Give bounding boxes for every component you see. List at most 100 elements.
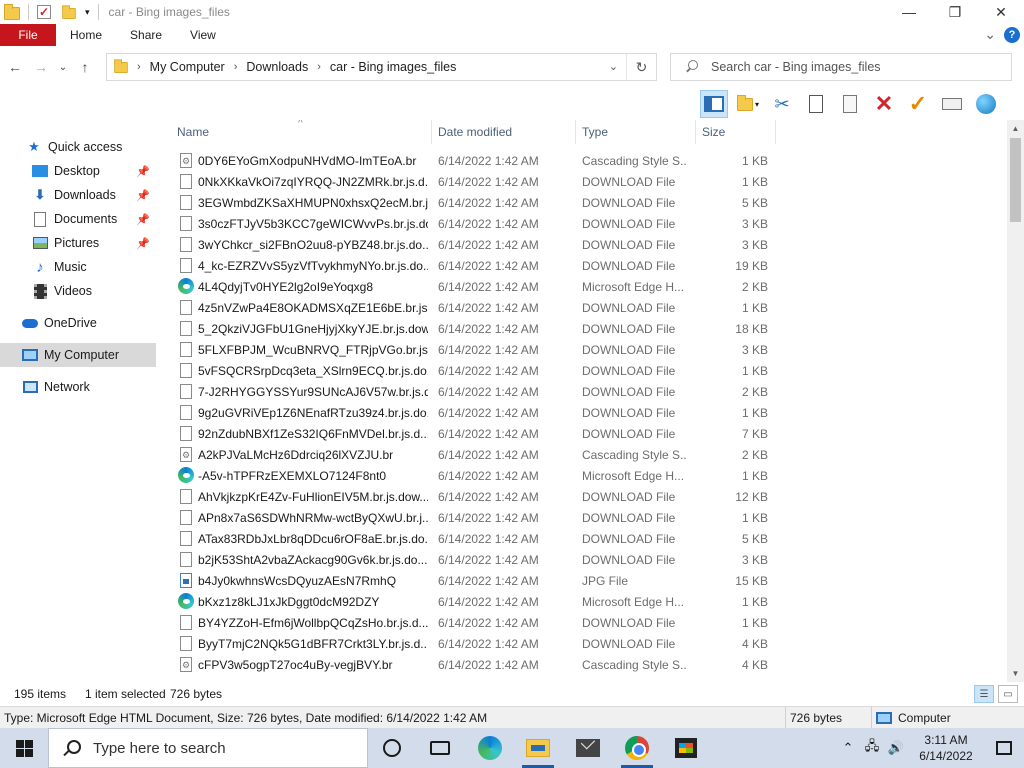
globe-button[interactable] — [972, 90, 1000, 118]
network-status-icon[interactable]: 🖧 — [860, 728, 884, 768]
breadcrumb-downloads[interactable]: Downloads — [246, 60, 308, 74]
sidebar-item-my-computer[interactable]: My Computer — [0, 343, 156, 367]
details-view-button[interactable]: ☰ — [974, 685, 994, 703]
properties-check-icon[interactable]: ✓ — [37, 5, 51, 19]
scroll-up-icon[interactable]: ▲ — [1007, 120, 1024, 137]
paste-button[interactable] — [836, 90, 864, 118]
sidebar-item-videos[interactable]: Videos — [0, 279, 156, 303]
chevron-right-icon[interactable]: › — [234, 61, 238, 73]
pin-icon[interactable]: 📌 — [136, 213, 150, 226]
scroll-thumb[interactable] — [1010, 138, 1021, 222]
chevron-right-icon[interactable]: › — [137, 61, 141, 73]
cut-button[interactable]: ✂ — [768, 90, 796, 118]
close-button[interactable]: ✕ — [978, 0, 1024, 24]
maximize-button[interactable]: ❐ — [932, 0, 978, 24]
table-row[interactable]: 5_2QkziVJGFbU1GneHjyjXkyYJE.br.js.dow...… — [174, 318, 776, 339]
taskbar-store[interactable] — [662, 728, 710, 768]
expand-ribbon-icon[interactable]: ⌄ — [984, 26, 996, 43]
apply-button[interactable]: ✓ — [904, 90, 932, 118]
sidebar-item-onedrive[interactable]: OneDrive — [0, 311, 156, 335]
sidebar-item-desktop[interactable]: Desktop 📌 — [0, 159, 156, 183]
table-row[interactable]: 9g2uGVRiVEp1Z6NEnafRTzu39z4.br.js.do... 6… — [174, 402, 776, 423]
volume-icon[interactable]: 🔊 — [884, 728, 908, 768]
pin-icon[interactable]: 📌 — [136, 165, 150, 178]
help-icon[interactable]: ? — [1004, 26, 1020, 43]
customize-toolbar-dropdown[interactable]: ▾ — [85, 7, 90, 18]
tab-home[interactable]: Home — [56, 24, 116, 46]
taskbar-edge[interactable] — [466, 728, 514, 768]
copy-button[interactable] — [802, 90, 830, 118]
tab-view[interactable]: View — [176, 24, 230, 46]
column-header-type[interactable]: Type — [576, 120, 696, 144]
table-row[interactable]: APn8x7aS6SDWhNRMw-wctByQXwU.br.j... 6/14/… — [174, 507, 776, 528]
sidebar-item-music[interactable]: ♪ Music — [0, 255, 156, 279]
table-row[interactable]: 7-J2RHYGGYSSYur9SUNcAJ6V57w.br.js.d... 6/… — [174, 381, 776, 402]
chevron-right-icon[interactable]: › — [317, 61, 321, 73]
table-row[interactable]: 3wYChkcr_si2FBnO2uu8-pYBZ48.br.js.do... 6… — [174, 234, 776, 255]
sidebar-item-documents[interactable]: Documents 📌 — [0, 207, 156, 231]
table-row[interactable]: ByyT7mjC2NQk5G1dBFR7Crkt3LY.br.js.d... 6/… — [174, 633, 776, 654]
notification-button[interactable] — [984, 728, 1024, 768]
start-button[interactable] — [0, 728, 48, 768]
sidebar-item-quick-access[interactable]: ★ Quick access — [0, 135, 156, 159]
table-row[interactable]: b2jK53ShtA2vbaZAckacg90Gv6k.br.js.do... 6… — [174, 549, 776, 570]
column-header-date[interactable]: Date modified — [432, 120, 576, 144]
delete-button[interactable]: ✕ — [870, 90, 898, 118]
search-input[interactable] — [711, 60, 1011, 74]
table-row[interactable]: ATax83RDbJxLbr8qDDcu6rOF8aE.br.js.do... 6… — [174, 528, 776, 549]
column-divider[interactable] — [775, 120, 776, 144]
table-row[interactable]: AhVkjkzpKrE4Zv-FuHlionEIV5M.br.js.dow...… — [174, 486, 776, 507]
table-row[interactable]: 4_kc-EZRZVvS5yzVfTvykhmyNYo.br.js.do... 6… — [174, 255, 776, 276]
table-row[interactable]: 4L4QdyjTv0HYE2lg2oI9eYoqxg8 6/14/2022 1:4… — [174, 276, 776, 297]
preview-pane-button[interactable] — [700, 90, 728, 118]
scroll-down-icon[interactable]: ▼ — [1007, 665, 1024, 682]
column-header-size[interactable]: Size — [696, 120, 776, 144]
sidebar-item-pictures[interactable]: Pictures 📌 — [0, 231, 156, 255]
table-row[interactable]: 3EGWmbdZKSaXHMUPN0xhsxQ2ecM.br.js... 6/14… — [174, 192, 776, 213]
pin-icon[interactable]: 📌 — [136, 237, 150, 250]
breadcrumb-my-computer[interactable]: My Computer — [150, 60, 225, 74]
table-row[interactable]: 0DY6EYoGmXodpuNHVdMO-ImTEoA.br 6/14/2022 … — [174, 150, 776, 171]
sidebar-item-network[interactable]: Network — [0, 375, 156, 399]
taskbar-chrome[interactable] — [613, 728, 661, 768]
breadcrumb-current[interactable]: car - Bing images_files — [330, 60, 456, 74]
cortana-button[interactable] — [368, 728, 416, 768]
table-row[interactable]: cFPV3w5ogpT27oc4uBy-vegjBVY.br 6/14/2022 … — [174, 654, 776, 675]
table-row[interactable]: A2kPJVaLMcHz6Ddrciq26lXVZJU.br 6/14/2022 … — [174, 444, 776, 465]
large-icons-view-button[interactable]: ▭ — [998, 685, 1018, 703]
minimize-button[interactable]: — — [886, 0, 932, 24]
recent-locations-icon[interactable]: ⌄ — [56, 56, 70, 78]
taskbar-file-explorer[interactable] — [514, 728, 562, 768]
table-row[interactable]: BY4YZZoH-Efm6jWollbpQCqZsHo.br.js.d... 6/… — [174, 612, 776, 633]
table-row[interactable]: 92nZdubNBXf1ZeS32IQ6FnMVDel.br.js.d... 6/… — [174, 423, 776, 444]
table-row[interactable]: bKxz1z8kLJ1xJkDggt0dcM92DZY 6/14/2022 1:4… — [174, 591, 776, 612]
up-button[interactable]: ↑ — [74, 56, 96, 78]
table-row[interactable]: 0NkXKkaVkOi7zqIYRQQ-JN2ZMRk.br.js.d... 6/… — [174, 171, 776, 192]
table-row[interactable]: 5FLXFBPJM_WcuBNRVQ_FTRjpVGo.br.js.... 6/1… — [174, 339, 776, 360]
task-view-button[interactable] — [416, 728, 464, 768]
new-folder-button[interactable]: ▾ — [734, 90, 762, 118]
table-row[interactable]: 3s0czFTJyV5b3KCC7geWICWvvPs.br.js.do... 6… — [174, 213, 776, 234]
system-clock[interactable]: 3:11 AM 6/14/2022 — [908, 732, 984, 764]
vertical-scrollbar[interactable]: ▲ ▼ — [1007, 120, 1024, 682]
pin-icon[interactable]: 📌 — [136, 189, 150, 202]
forward-button[interactable]: → — [30, 56, 52, 78]
table-row[interactable]: 5vFSQCRSrpDcq3eta_XSlrn9ECQ.br.js.do... 6… — [174, 360, 776, 381]
sidebar-item-downloads[interactable]: ⬇ Downloads 📌 — [0, 183, 156, 207]
taskbar-mail[interactable] — [564, 728, 612, 768]
properties-button[interactable] — [938, 90, 966, 118]
refresh-button[interactable]: ↻ — [626, 54, 656, 80]
table-row[interactable]: 4z5nVZwPa4E8OKADMSXqZE1E6bE.br.js.... 6/1… — [174, 297, 776, 318]
chevron-down-icon[interactable]: ⌄ — [609, 60, 618, 73]
tab-share[interactable]: Share — [116, 24, 176, 46]
file-icon — [178, 635, 194, 652]
table-row[interactable]: -A5v-hTPFRzEXEMXLO7124F8nt0 6/14/2022 1:4… — [174, 465, 776, 486]
address-bar[interactable]: › My Computer › Downloads › car - Bing i… — [106, 53, 657, 81]
column-header-name[interactable]: Name ^ — [160, 120, 432, 144]
new-folder-icon[interactable] — [62, 5, 76, 20]
chevron-up-icon[interactable]: ⌃ — [836, 728, 860, 768]
back-button[interactable]: ← — [4, 56, 26, 78]
taskbar-search[interactable]: Type here to search — [48, 728, 368, 768]
tab-file[interactable]: File — [0, 24, 56, 46]
table-row[interactable]: b4Jy0kwhnsWcsDQyuzAEsN7RmhQ 6/14/2022 1:4… — [174, 570, 776, 591]
